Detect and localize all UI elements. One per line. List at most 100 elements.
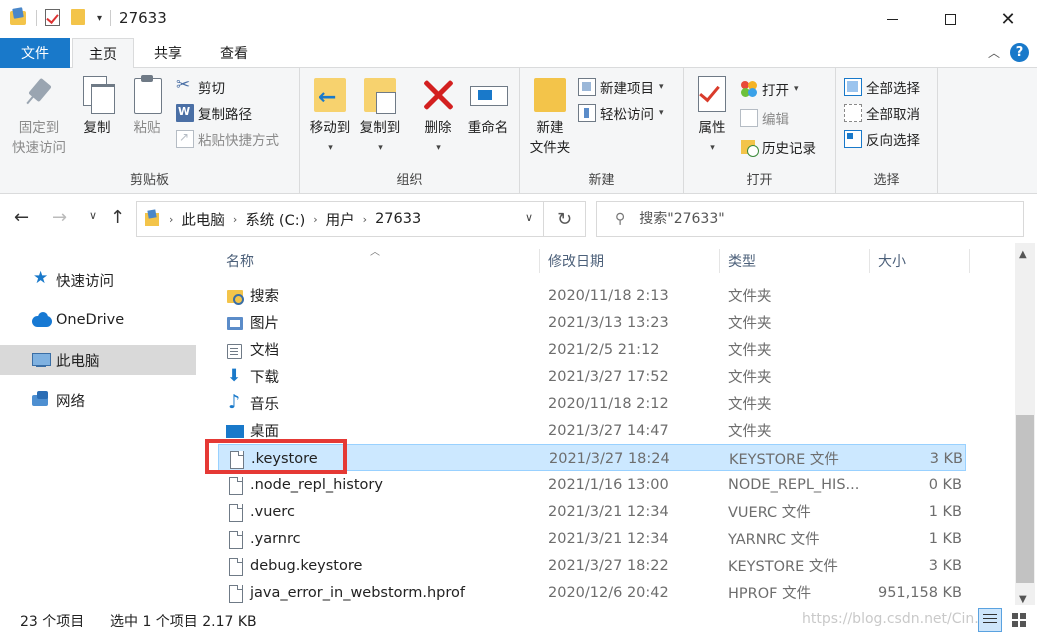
scroll-up-icon[interactable]: ▲ <box>1019 249 1027 260</box>
nav-item-label: OneDrive <box>56 312 125 328</box>
pin-to-quick-access-button[interactable]: 固定到 快速访问 <box>8 74 70 158</box>
new-folder-button[interactable]: 新建 文件夹 <box>526 74 574 158</box>
easy-access-button[interactable]: 轻松访问 ▾ <box>578 102 664 124</box>
large-icons-view-icon[interactable] <box>1008 608 1032 632</box>
table-row[interactable]: 搜索 2020/11/18 2:13 文件夹 <box>218 282 966 309</box>
window-controls: ✕ <box>863 0 1037 38</box>
table-row[interactable]: 音乐 2020/11/18 2:12 文件夹 <box>218 390 966 417</box>
breadcrumb-user-folder[interactable]: 27633 <box>375 211 421 227</box>
delete-button[interactable]: 删除 ▾ <box>418 74 458 158</box>
vertical-scrollbar[interactable]: ▲ ▼ <box>1015 243 1035 605</box>
file-size <box>868 363 962 390</box>
back-button[interactable]: ← <box>14 207 29 228</box>
paste-shortcut-button[interactable]: 粘贴快捷方式 <box>176 128 279 150</box>
organize-group: 移动到 ▾ 复制到 ▾ 删除 ▾ 重命名 组织 <box>300 68 520 194</box>
history-button[interactable]: 历史记录 <box>740 136 816 158</box>
file-size: 0 KB <box>928 476 962 493</box>
forward-button[interactable]: → <box>52 207 67 228</box>
nav-item-this-pc[interactable]: 此电脑 <box>0 345 196 375</box>
invert-selection-button[interactable]: 反向选择 <box>844 128 920 150</box>
open-button[interactable]: 打开 ▾ <box>740 78 799 100</box>
tab-share[interactable]: 共享 <box>140 38 196 68</box>
maximize-button[interactable] <box>921 0 979 38</box>
tab-view[interactable]: 查看 <box>204 38 264 68</box>
column-header-type[interactable]: 类型 <box>720 249 870 273</box>
breadcrumb-chevron-icon[interactable]: › <box>363 213 367 226</box>
copy-path-button[interactable]: 复制路径 <box>176 102 252 124</box>
file-list: ︿ 名称 修改日期 类型 大小 搜索 2020/11/18 2:13 文件夹 图… <box>200 243 1015 605</box>
easy-access-icon <box>578 104 596 122</box>
nav-item-label: 网络 <box>56 393 85 410</box>
breadcrumb-users[interactable]: 用户 <box>326 209 355 230</box>
minimize-button[interactable] <box>863 0 921 38</box>
invert-selection-label: 反向选择 <box>866 133 920 149</box>
table-row[interactable]: .yarnrc 2021/3/21 12:34 YARNRC 文件 1 KB <box>218 525 966 552</box>
scroll-down-icon[interactable]: ▼ <box>1019 594 1027 605</box>
help-icon[interactable]: ? <box>1010 43 1029 62</box>
folder-app-icon[interactable] <box>10 9 28 27</box>
file-date: 2021/3/21 12:34 <box>548 503 669 520</box>
table-row[interactable]: 下载 2021/3/27 17:52 文件夹 <box>218 363 966 390</box>
refresh-button[interactable]: ↻ <box>544 201 586 237</box>
status-bar: 23 个项目 选中 1 个项目 2.17 KB https://blog.csd… <box>0 605 1037 636</box>
table-row[interactable]: 图片 2021/3/13 13:23 文件夹 <box>218 309 966 336</box>
table-row[interactable]: 文档 2021/2/5 21:12 文件夹 <box>218 336 966 363</box>
cut-button[interactable]: 剪切 <box>176 75 225 98</box>
table-row[interactable]: java_error_in_webstorm.hprof 2020/12/6 2… <box>218 579 966 606</box>
tab-home[interactable]: 主页 <box>72 38 134 69</box>
up-button[interactable]: ↑ <box>110 207 125 228</box>
nav-item-onedrive[interactable]: OneDrive <box>0 305 196 335</box>
column-header-size[interactable]: 大小 <box>870 249 970 273</box>
table-row[interactable]: debug.keystore 2021/3/27 18:22 KEYSTORE … <box>218 552 966 579</box>
breadcrumb-drive-c[interactable]: 系统 (C:) <box>245 209 305 230</box>
file-type: KEYSTORE 文件 <box>729 452 839 468</box>
move-to-dropdown-icon: ▾ <box>328 143 333 153</box>
breadcrumb-chevron-icon[interactable]: › <box>233 213 237 226</box>
breadcrumb-chevron-icon[interactable]: › <box>313 213 317 226</box>
search-box[interactable]: ⚲ <box>596 201 1024 237</box>
search-input[interactable] <box>639 211 1000 227</box>
file-icon <box>226 476 244 495</box>
select-all-button[interactable]: 全部选择 <box>844 76 920 98</box>
move-to-button[interactable]: 移动到 ▾ <box>306 74 354 158</box>
properties-check-icon[interactable] <box>45 9 63 27</box>
nav-item-network[interactable]: 网络 <box>0 385 196 415</box>
item-count: 23 个项目 <box>20 614 85 630</box>
paste-button[interactable]: 粘贴 <box>126 74 168 138</box>
minimize-ribbon-icon[interactable]: ︿ <box>988 44 1000 61</box>
copy-to-button[interactable]: 复制到 ▾ <box>356 74 404 158</box>
properties-button[interactable]: 属性 ▾ <box>690 74 734 158</box>
rename-icon <box>468 74 508 114</box>
table-row[interactable]: .vuerc 2021/3/21 12:34 VUERC 文件 1 KB <box>218 498 966 525</box>
rename-button[interactable]: 重命名 <box>464 74 512 138</box>
move-to-icon <box>310 74 350 114</box>
table-row[interactable]: .node_repl_history 2021/1/16 13:00 NODE_… <box>218 471 966 498</box>
minimize-icon <box>886 18 898 20</box>
copy-button[interactable]: 复制 <box>76 74 118 138</box>
file-name: .yarnrc <box>250 530 301 547</box>
address-dropdown-icon[interactable]: ∨ <box>525 211 533 224</box>
select-none-button[interactable]: 全部取消 <box>844 102 920 124</box>
new-folder-icon[interactable] <box>71 9 89 27</box>
scrollbar-thumb[interactable] <box>1016 415 1034 583</box>
address-bar[interactable]: › 此电脑 › 系统 (C:) › 用户 › 27633 ∨ <box>136 201 544 237</box>
recent-locations-dropdown[interactable]: ∨ <box>89 209 97 222</box>
nav-item-quick-access[interactable]: 快速访问 <box>0 265 196 295</box>
new-item-button[interactable]: 新建项目 ▾ <box>578 76 664 98</box>
breadcrumb-this-pc[interactable]: 此电脑 <box>181 209 225 230</box>
customize-quick-access-dropdown[interactable]: ▾ <box>97 13 102 24</box>
copy-to-label: 复制到 <box>359 120 401 136</box>
organize-group-label: 组织 <box>396 173 423 188</box>
file-type: NODE_REPL_HIS... <box>728 476 860 493</box>
breadcrumb-chevron-icon[interactable]: › <box>169 213 173 226</box>
edit-button[interactable]: 编辑 <box>740 107 789 129</box>
close-button[interactable]: ✕ <box>979 0 1037 38</box>
select-all-icon <box>844 78 862 96</box>
column-header-name[interactable]: 名称 <box>218 249 540 273</box>
column-header-date[interactable]: 修改日期 <box>540 249 720 273</box>
history-label: 历史记录 <box>762 141 816 157</box>
tab-file[interactable]: 文件 <box>0 38 70 68</box>
details-view-icon[interactable] <box>978 608 1002 632</box>
open-dropdown-icon: ▾ <box>794 84 799 94</box>
new-item-icon <box>578 78 596 96</box>
